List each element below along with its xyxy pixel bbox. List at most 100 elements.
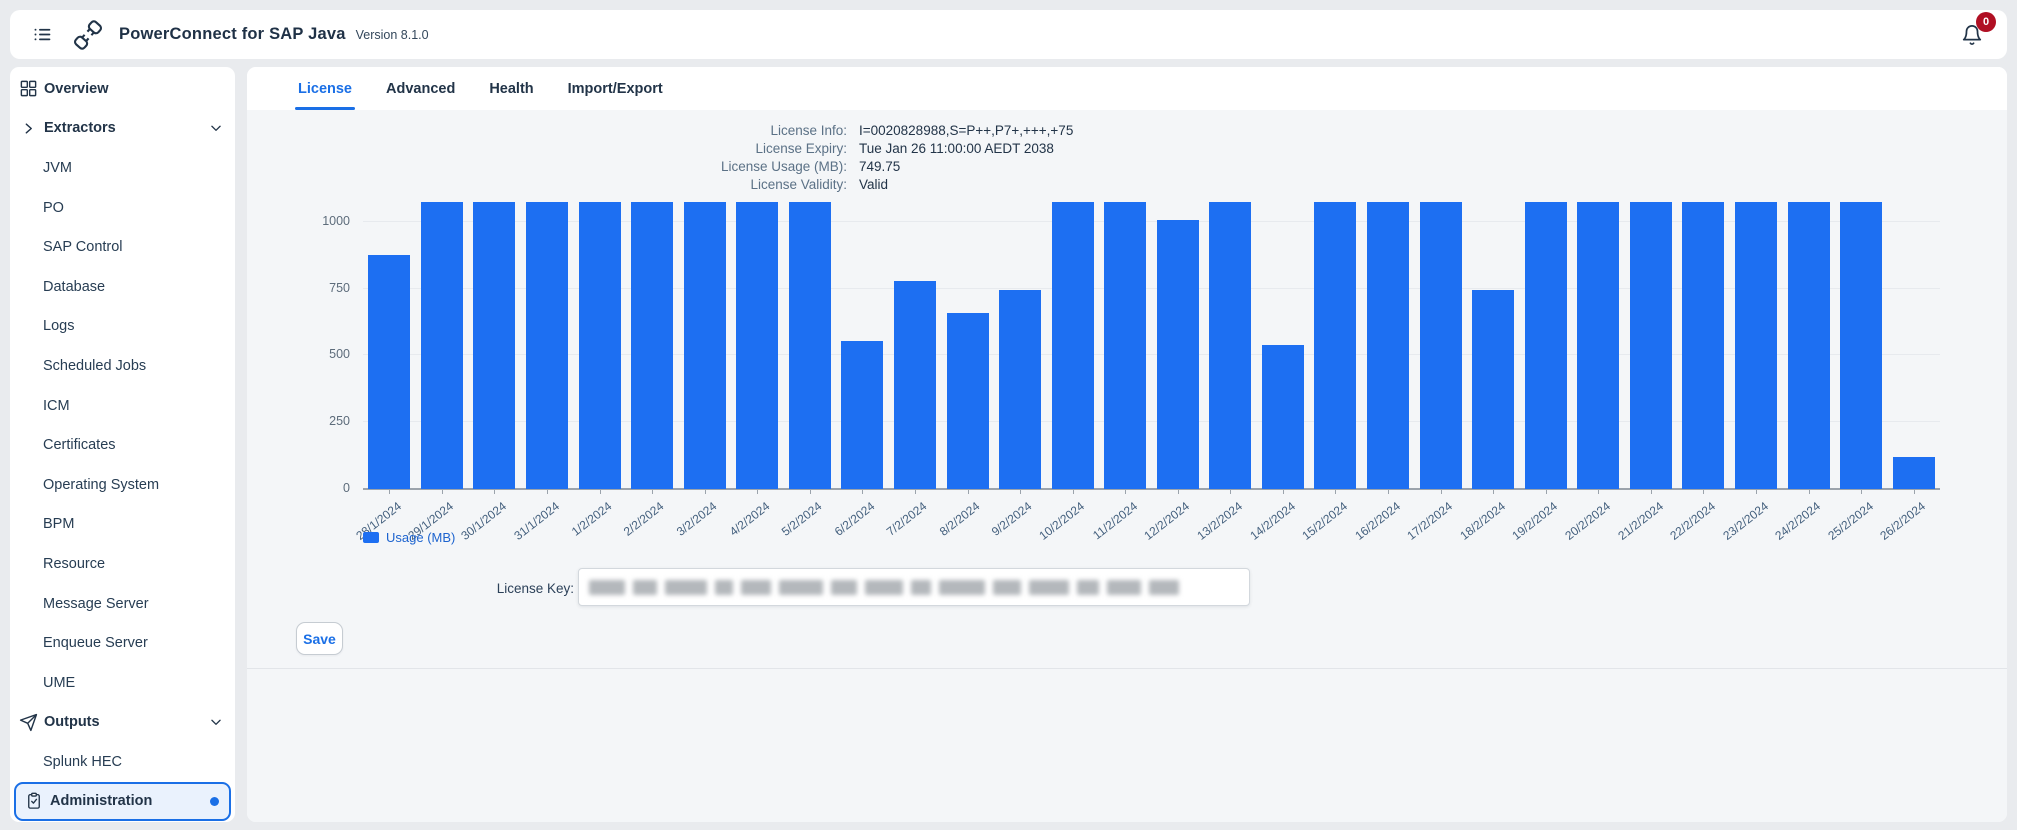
usage-bar-28-1-2024 bbox=[368, 255, 410, 489]
x-axis-tick bbox=[1283, 489, 1284, 494]
sidebar-item-ume[interactable]: UME bbox=[10, 663, 235, 703]
x-axis-tick bbox=[1020, 489, 1021, 494]
x-axis-tick bbox=[1809, 489, 1810, 494]
x-axis-tick bbox=[1651, 489, 1652, 494]
x-axis-date-label: 11/2/2024 bbox=[1090, 499, 1140, 542]
sidebar-item-message-server[interactable]: Message Server bbox=[10, 584, 235, 624]
tab-advanced[interactable]: Advanced bbox=[386, 67, 455, 110]
license-info-row-value: I=0020828988,S=P++,P7+,+++,+75 bbox=[859, 122, 1073, 140]
usage-bar-31-1-2024 bbox=[526, 202, 568, 489]
x-axis-date-label: 23/2/2024 bbox=[1720, 499, 1771, 543]
x-axis-tick bbox=[494, 489, 495, 494]
usage-bar-30-1-2024 bbox=[473, 202, 515, 489]
redacted-text-block bbox=[865, 580, 903, 595]
menu-list-icon[interactable] bbox=[32, 24, 53, 45]
sidebar-item-scheduled-jobs[interactable]: Scheduled Jobs bbox=[10, 346, 235, 386]
license-info-row-label: License Info: bbox=[247, 122, 847, 140]
tab-license[interactable]: License bbox=[298, 67, 352, 110]
sidebar-item-label: UME bbox=[43, 675, 75, 691]
sidebar-item-overview[interactable]: Overview bbox=[10, 69, 235, 109]
usage-bar-15-2-2024 bbox=[1314, 202, 1356, 489]
x-axis-date-label: 19/2/2024 bbox=[1510, 499, 1561, 543]
sidebar-item-icm[interactable]: ICM bbox=[10, 386, 235, 426]
tab-health[interactable]: Health bbox=[489, 67, 533, 110]
tab-import-export[interactable]: Import/Export bbox=[568, 67, 663, 110]
x-axis-tick bbox=[1388, 489, 1389, 494]
x-axis-tick bbox=[1861, 489, 1862, 494]
license-info-row-label: License Validity: bbox=[247, 176, 847, 194]
x-axis-tick bbox=[547, 489, 548, 494]
x-axis-tick bbox=[1703, 489, 1704, 494]
x-axis-date-label: 10/2/2024 bbox=[1037, 499, 1088, 543]
license-key-input[interactable] bbox=[578, 568, 1250, 606]
overview-icon bbox=[18, 79, 38, 98]
y-axis-tick-label: 0 bbox=[290, 481, 350, 495]
redacted-text-block bbox=[741, 580, 771, 595]
redacted-text-block bbox=[939, 580, 985, 595]
sidebar-item-sap-control[interactable]: SAP Control bbox=[10, 227, 235, 267]
x-axis-date-label: 13/2/2024 bbox=[1194, 499, 1245, 543]
sidebar-item-label: Message Server bbox=[43, 596, 149, 612]
redacted-text-block bbox=[1077, 580, 1099, 595]
license-key-label: License Key: bbox=[247, 580, 574, 597]
sidebar-item-administration[interactable]: Administration bbox=[14, 782, 231, 822]
x-axis-date-label: 2/2/2024 bbox=[621, 499, 666, 539]
sidebar-item-label: BPM bbox=[43, 516, 74, 532]
redacted-text-block bbox=[715, 580, 733, 595]
sidebar-item-bpm[interactable]: BPM bbox=[10, 505, 235, 545]
sidebar-item-label: Certificates bbox=[43, 437, 116, 453]
x-axis-tick bbox=[1441, 489, 1442, 494]
usage-bar-7-2-2024 bbox=[894, 281, 936, 489]
x-axis-date-label: 14/2/2024 bbox=[1247, 499, 1298, 543]
x-axis-date-label: 1/2/2024 bbox=[569, 499, 614, 539]
sidebar-item-po[interactable]: PO bbox=[10, 188, 235, 228]
app-version: Version 8.1.0 bbox=[356, 28, 429, 42]
usage-bar-16-2-2024 bbox=[1367, 202, 1409, 489]
usage-bar-25-2-2024 bbox=[1840, 202, 1882, 489]
sidebar-item-label: Administration bbox=[50, 793, 152, 809]
x-axis-date-label: 4/2/2024 bbox=[726, 499, 771, 539]
sidebar-item-resource[interactable]: Resource bbox=[10, 544, 235, 584]
x-axis-date-label: 17/2/2024 bbox=[1405, 499, 1456, 543]
x-axis-tick bbox=[1335, 489, 1336, 494]
notifications-button[interactable]: 0 bbox=[1961, 24, 1983, 46]
sidebar-item-label: Database bbox=[43, 279, 105, 295]
sidebar-item-label: Operating System bbox=[43, 477, 159, 493]
chevron-right-icon bbox=[18, 122, 38, 135]
usage-bar-1-2-2024 bbox=[579, 202, 621, 489]
legend-label: Usage (MB) bbox=[386, 530, 455, 545]
sidebar-item-label: Logs bbox=[43, 318, 74, 334]
usage-bar-19-2-2024 bbox=[1525, 202, 1567, 489]
notification-count-badge: 0 bbox=[1976, 12, 1996, 32]
redacted-text-block bbox=[911, 580, 931, 595]
app-window: PowerConnect for SAP Java Version 8.1.0 … bbox=[0, 0, 2017, 830]
usage-bar-21-2-2024 bbox=[1630, 202, 1672, 489]
x-axis-tick bbox=[1178, 489, 1179, 494]
sidebar-item-certificates[interactable]: Certificates bbox=[10, 425, 235, 465]
x-axis-date-label: 31/1/2024 bbox=[511, 499, 562, 543]
sidebar-item-extractors[interactable]: Extractors bbox=[10, 109, 235, 149]
sidebar-item-enqueue-server[interactable]: Enqueue Server bbox=[10, 623, 235, 663]
redacted-text-block bbox=[589, 580, 625, 595]
usage-bar-2-2-2024 bbox=[631, 202, 673, 489]
sidebar-item-operating-system[interactable]: Operating System bbox=[10, 465, 235, 505]
sidebar-item-outputs[interactable]: Outputs bbox=[10, 703, 235, 743]
chart-legend[interactable]: Usage (MB) bbox=[363, 530, 455, 545]
sidebar-item-label: JVM bbox=[43, 160, 72, 176]
y-axis-tick-label: 500 bbox=[290, 347, 350, 361]
redacted-text-block bbox=[633, 580, 657, 595]
section-divider bbox=[247, 668, 2007, 669]
x-axis-tick bbox=[968, 489, 969, 494]
app-title: PowerConnect for SAP Java bbox=[119, 25, 346, 44]
license-info-row-value: Tue Jan 26 11:00:00 AEDT 2038 bbox=[859, 140, 1073, 158]
save-button[interactable]: Save bbox=[296, 622, 343, 655]
x-axis-date-label: 12/2/2024 bbox=[1142, 499, 1193, 543]
sidebar-item-database[interactable]: Database bbox=[10, 267, 235, 307]
y-axis-tick-label: 250 bbox=[290, 414, 350, 428]
sidebar-item-jvm[interactable]: JVM bbox=[10, 148, 235, 188]
clipboard-check-icon bbox=[24, 792, 44, 810]
usage-bar-8-2-2024 bbox=[947, 313, 989, 489]
sidebar-item-label: PO bbox=[43, 200, 64, 216]
sidebar-item-logs[interactable]: Logs bbox=[10, 307, 235, 347]
sidebar-item-splunk-hec[interactable]: Splunk HEC bbox=[10, 742, 235, 782]
